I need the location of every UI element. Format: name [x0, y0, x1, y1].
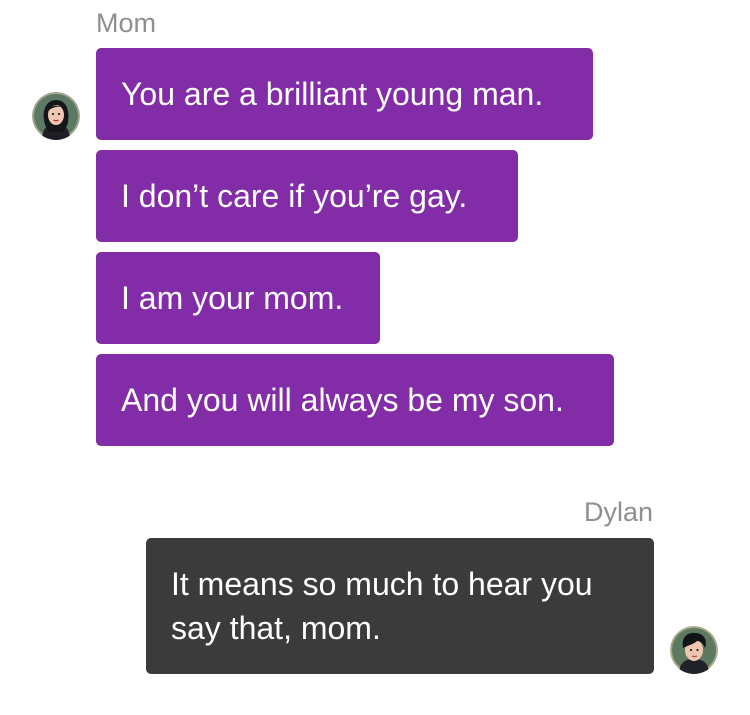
sender-name-dylan: Dylan: [583, 497, 653, 527]
sender-name-mom: Mom: [96, 8, 156, 38]
dylan-avatar-icon: [670, 626, 718, 674]
message-bubble-dylan-1[interactable]: It means so much to hear you say that, m…: [146, 538, 654, 674]
message-bubble-mom-4[interactable]: And you will always be my son.: [96, 354, 614, 446]
mom-avatar-icon: [32, 92, 80, 140]
message-text: It means so much to hear you say that, m…: [171, 566, 593, 646]
message-bubble-mom-3[interactable]: I am your mom.: [96, 252, 380, 344]
message-text: You are a brilliant young man.: [121, 76, 544, 112]
message-text: I am your mom.: [121, 280, 344, 316]
message-bubble-mom-1[interactable]: You are a brilliant young man.: [96, 48, 593, 140]
message-bubble-mom-2[interactable]: I don’t care if you’re gay.: [96, 150, 518, 242]
message-text: And you will always be my son.: [121, 382, 564, 418]
message-text: I don’t care if you’re gay.: [121, 178, 468, 214]
